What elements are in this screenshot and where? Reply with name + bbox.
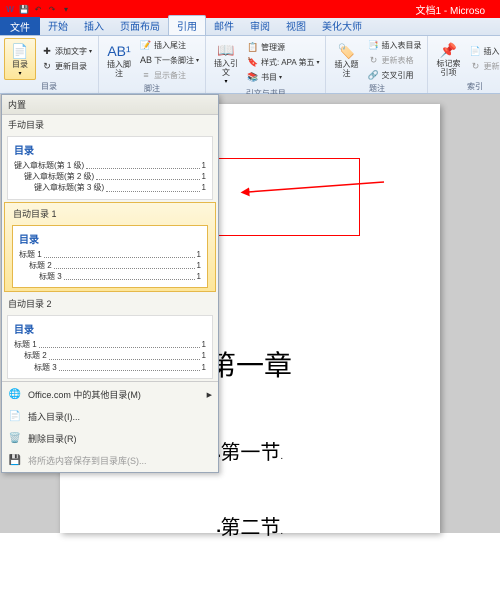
insert-tof-button[interactable]: 📑插入表目录: [365, 38, 423, 52]
update-table-icon: ↻: [367, 54, 379, 66]
window-title: 文档1 - Microso: [416, 2, 485, 17]
insert-endnote-button[interactable]: 📝插入尾注: [138, 38, 201, 52]
tab-mailings[interactable]: 邮件: [206, 16, 242, 35]
group-citations: 📖 插入引文 ▾ 📋管理源 🔖样式:APA 第五▾ 📚书目▾ 引文与书目: [206, 36, 326, 93]
dropdown-section-builtin: 内置: [2, 95, 218, 115]
save-selection-icon: 💾: [8, 454, 22, 468]
group-footnotes: AB¹ 插入脚注 📝插入尾注 AB下一条脚注▾ ≡显示备注 脚注: [99, 36, 206, 93]
style-icon: 🔖: [247, 56, 259, 68]
show-notes-button[interactable]: ≡显示备注: [138, 68, 201, 82]
quick-access-toolbar: W 💾 ↶ ↷ ▾: [4, 3, 72, 15]
group-label: 题注: [330, 82, 423, 94]
redo-icon[interactable]: ↷: [46, 3, 58, 15]
mark-entry-icon: 📌: [438, 40, 458, 60]
option-auto-toc-1-selected[interactable]: 自动目录 1 目录 标题 11 标题 21 标题 31: [4, 202, 216, 293]
update-index-icon: ↻: [469, 60, 481, 72]
qat-more-icon[interactable]: ▾: [60, 3, 72, 15]
save-icon[interactable]: 💾: [18, 3, 30, 15]
group-label: 索引: [432, 80, 500, 92]
tab-home[interactable]: 开始: [40, 16, 76, 35]
save-selection-item: 💾将所选内容保存到目录库(S)...: [2, 450, 218, 472]
update-table-button[interactable]: ↻更新表格: [365, 53, 423, 67]
tab-review[interactable]: 审阅: [242, 16, 278, 35]
crossref-icon: 🔗: [367, 69, 379, 81]
toc-button[interactable]: 📄 目录 ▾: [4, 38, 36, 80]
ribbon: 📄 目录 ▾ ✚添加文字▾ ↻更新目录 目录 AB¹ 插入脚注 📝插入尾注 AB…: [0, 36, 500, 94]
toc-icon: 📄: [10, 41, 30, 61]
group-captions: 🏷️ 插入题注 📑插入表目录 ↻更新表格 🔗交叉引用 题注: [326, 36, 428, 93]
next-footnote-button[interactable]: AB下一条脚注▾: [138, 53, 201, 67]
remove-toc-item[interactable]: 🗑️删除目录(R): [2, 428, 218, 450]
show-notes-icon: ≡: [140, 69, 152, 81]
toc-preview-auto1: 目录 标题 11 标题 21 标题 31: [12, 225, 208, 289]
insert-citation-button[interactable]: 📖 插入引文 ▾: [210, 38, 242, 87]
mark-entry-button[interactable]: 📌 标记索引项: [432, 38, 464, 80]
cross-ref-button[interactable]: 🔗交叉引用: [365, 68, 423, 82]
insert-index-icon: 📄: [469, 45, 481, 57]
manage-sources-button[interactable]: 📋管理源: [245, 40, 321, 54]
insert-footnote-button[interactable]: AB¹ 插入脚注: [103, 38, 135, 82]
chevron-down-icon: ▾: [225, 78, 228, 85]
group-toc: 📄 目录 ▾ ✚添加文字▾ ↻更新目录 目录: [0, 36, 99, 93]
add-text-button[interactable]: ✚添加文字▾: [39, 44, 94, 58]
insert-index-button[interactable]: 📄插入索引: [467, 44, 500, 58]
group-index: 📌 标记索引项 📄插入索引 ↻更新索引 索引: [428, 36, 500, 93]
option-manual-toc[interactable]: 手动目录: [2, 115, 218, 134]
heading-2: ▪第二节.: [100, 511, 400, 540]
biblio-icon: 📚: [247, 71, 259, 83]
office-more-toc[interactable]: 🌐Office.com 中的其他目录(M)▶: [2, 384, 218, 406]
style-dropdown[interactable]: 🔖样式:APA 第五▾: [245, 55, 321, 69]
undo-icon[interactable]: ↶: [32, 3, 44, 15]
add-text-icon: ✚: [41, 45, 53, 57]
tab-references[interactable]: 引用: [168, 15, 206, 35]
tof-icon: 📑: [367, 39, 379, 51]
toc-preview-auto2[interactable]: 目录 标题 11 标题 21 标题 31: [7, 315, 213, 379]
toc-preview-manual[interactable]: 目录 键入章标题(第 1 级)1 键入章标题(第 2 级)1 键入章标题(第 3…: [7, 136, 213, 200]
update-toc-button[interactable]: ↻更新目录: [39, 59, 94, 73]
option-auto-toc-2[interactable]: 自动目录 2: [2, 294, 218, 313]
manage-icon: 📋: [247, 41, 259, 53]
citation-icon: 📖: [216, 40, 236, 60]
insert-toc-icon: 📄: [8, 410, 22, 424]
option-auto-toc-1: 自动目录 1: [7, 204, 213, 223]
group-label: 目录: [4, 80, 94, 92]
endnote-icon: 📝: [140, 39, 152, 51]
next-footnote-icon: AB: [140, 54, 152, 66]
insert-toc-item[interactable]: 📄插入目录(I)...: [2, 406, 218, 428]
word-icon: W: [4, 3, 16, 15]
remove-toc-icon: 🗑️: [8, 432, 22, 446]
tab-view[interactable]: 视图: [278, 16, 314, 35]
chevron-down-icon: ▾: [18, 70, 21, 77]
group-label: 脚注: [103, 82, 201, 94]
office-icon: 🌐: [8, 388, 22, 402]
insert-caption-button[interactable]: 🏷️ 插入题注: [330, 38, 362, 82]
toc-dropdown: 内置 手动目录 目录 键入章标题(第 1 级)1 键入章标题(第 2 级)1 键…: [1, 94, 219, 473]
ribbon-tabs: 文件 开始 插入 页面布局 引用 邮件 审阅 视图 美化大师: [0, 18, 500, 36]
update-index-button[interactable]: ↻更新索引: [467, 59, 500, 73]
update-icon: ↻: [41, 60, 53, 72]
footnote-icon: AB¹: [109, 41, 129, 61]
tab-beautify[interactable]: 美化大师: [314, 16, 370, 35]
caption-icon: 🏷️: [336, 41, 356, 61]
bibliography-button[interactable]: 📚书目▾: [245, 70, 321, 84]
tab-file[interactable]: 文件: [0, 17, 40, 35]
tab-page-layout[interactable]: 页面布局: [112, 16, 168, 35]
chevron-right-icon: ▶: [207, 391, 212, 399]
tab-insert[interactable]: 插入: [76, 16, 112, 35]
